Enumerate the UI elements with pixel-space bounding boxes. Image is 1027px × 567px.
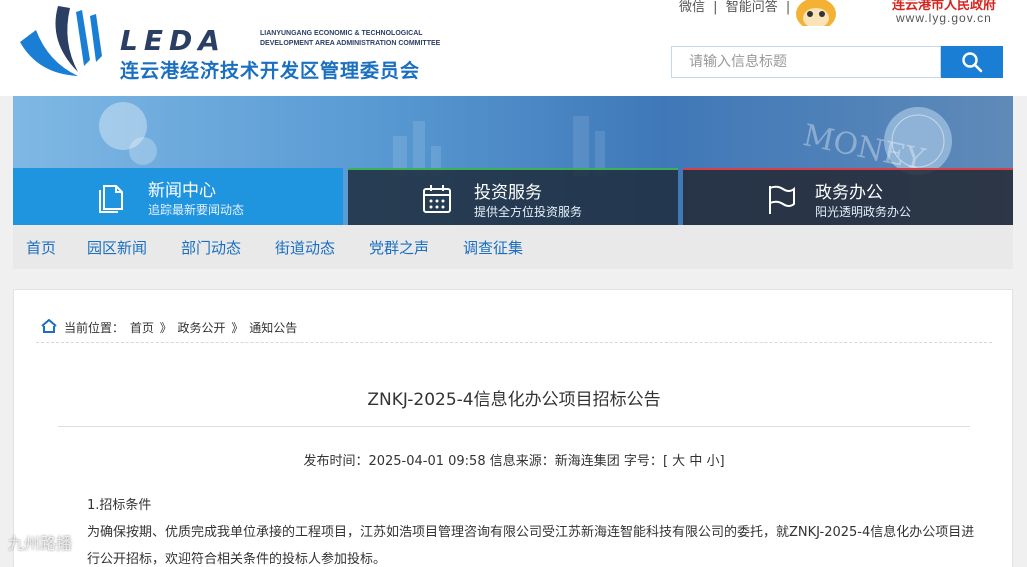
- gov-url[interactable]: www.lyg.gov.cn: [896, 11, 992, 25]
- logo-mark[interactable]: LEDA: [120, 24, 226, 57]
- tab-gov-title: 政务办公: [815, 183, 883, 203]
- top-links: 微信 | 智能问答 |: [679, 0, 794, 15]
- tab-government-office[interactable]: 政务办公 阳光透明政务办公: [683, 168, 1013, 225]
- nav-survey[interactable]: 调查征集: [463, 237, 523, 258]
- breadcrumb-separator: 》: [159, 321, 172, 335]
- divider: [36, 342, 992, 343]
- nav-department-news[interactable]: 部门动态: [181, 237, 241, 258]
- font-size-large[interactable]: 大: [672, 454, 685, 469]
- breadcrumb-label: 当前位置：: [64, 321, 125, 335]
- nav-home[interactable]: 首页: [26, 237, 56, 258]
- document-icon: [99, 185, 123, 213]
- publish-label: 发布时间：: [303, 454, 369, 469]
- bracket: ]: [719, 454, 725, 469]
- source-value: 新海连集团: [554, 454, 620, 469]
- font-size-label: 字号：: [623, 454, 663, 469]
- separator: |: [785, 0, 791, 15]
- search-button[interactable]: [941, 46, 1003, 78]
- article-paragraph: 为确保按期、优质完成我单位承接的工程项目，江苏如浩项目管理咨询有限公司受江苏新海…: [87, 525, 975, 567]
- breadcrumb-notices[interactable]: 通知公告: [249, 321, 297, 335]
- tab-news-center[interactable]: 新闻中心 追踪最新要闻动态: [13, 168, 343, 225]
- nav-street-news[interactable]: 街道动态: [275, 237, 335, 258]
- wechat-link[interactable]: 微信: [679, 0, 705, 15]
- tab-investment-service[interactable]: 投资服务 提供全方位投资服务: [348, 168, 678, 225]
- smart-qa-link[interactable]: 智能问答: [726, 0, 778, 15]
- nav-park-news[interactable]: 园区新闻: [87, 237, 147, 258]
- calendar-icon: [423, 185, 451, 213]
- breadcrumb-separator: 》: [231, 321, 244, 335]
- font-size-medium[interactable]: 中: [689, 454, 702, 469]
- search-icon: [962, 52, 983, 73]
- tab-gov-subtitle: 阳光透明政务办公: [815, 205, 912, 219]
- logo-swoosh-icon[interactable]: [18, 2, 118, 78]
- watermark: 九州路播: [8, 534, 73, 553]
- tab-invest-subtitle: 提供全方位投资服务: [474, 205, 583, 219]
- nav-party-voice[interactable]: 党群之声: [369, 237, 429, 258]
- article-panel: 当前位置： 首页 》 政务公开 》 通知公告 ZNKJ-2025-4信息化办公项…: [13, 289, 1013, 567]
- tab-invest-title: 投资服务: [474, 183, 542, 203]
- article-meta: 发布时间：2025-04-01 09:58 信息来源：新海连集团 字号：[ 大 …: [14, 450, 1014, 469]
- section-heading: 1.招标条件: [87, 498, 152, 513]
- search-input[interactable]: 请输入信息标题: [671, 46, 941, 78]
- font-size-small[interactable]: 小: [706, 454, 719, 469]
- breadcrumb-home[interactable]: 首页: [130, 321, 154, 335]
- tab-news-subtitle: 追踪最新要闻动态: [148, 203, 245, 217]
- site-header: LEDA LIANYUNGANG ECONOMIC & TECHNOLOGICA…: [0, 0, 1027, 96]
- tab-news-title: 新闻中心: [148, 181, 216, 201]
- main-nav: 首页 园区新闻 部门动态 街道动态 党群之声 调查征集: [13, 225, 1013, 269]
- logo-english-name: LIANYUNGANG ECONOMIC & TECHNOLOGICAL DEVE…: [260, 30, 441, 47]
- breadcrumb: 当前位置： 首页 》 政务公开 》 通知公告: [64, 319, 299, 336]
- separator: |: [713, 0, 718, 15]
- logo-chinese-name[interactable]: 连云港经济技术开发区管理委员会: [120, 56, 420, 83]
- flag-icon: [769, 185, 795, 214]
- banner: MONEY 新闻中心 追踪最新要闻动态 投资服务 提供全方位投资服务 政务办公 …: [13, 96, 1013, 225]
- source-label: 信息来源：: [489, 454, 555, 469]
- mascot-icon[interactable]: [791, 0, 841, 26]
- divider: [58, 426, 970, 427]
- publish-time: 2025-04-01 09:58: [368, 454, 486, 469]
- bracket: [: [662, 454, 669, 469]
- article-title: ZNKJ-2025-4信息化办公项目招标公告: [367, 390, 661, 410]
- breadcrumb-gov-affairs[interactable]: 政务公开: [178, 321, 226, 335]
- home-icon: [41, 319, 57, 333]
